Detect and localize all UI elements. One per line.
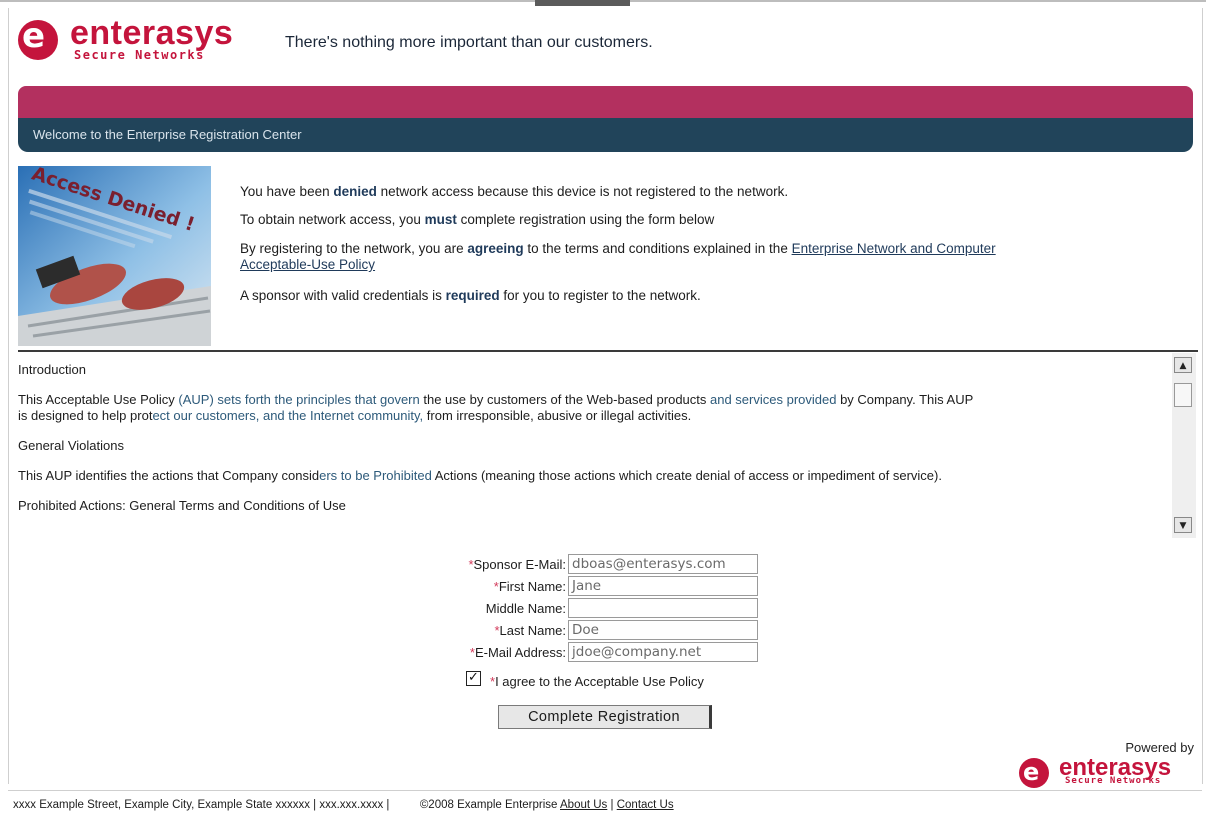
aup-heading-violations: General Violations bbox=[18, 438, 124, 453]
agree-checkbox[interactable]: ✓ bbox=[466, 671, 481, 686]
label-text: Last Name: bbox=[499, 623, 566, 638]
intro-emphasis: agreeing bbox=[467, 241, 524, 256]
footer-address: xxxx Example Street, Example City, Examp… bbox=[13, 799, 390, 811]
logo-wordmark: enterasys bbox=[70, 14, 234, 52]
last-name-label: *Last Name: bbox=[366, 623, 566, 638]
aup-text-run: This AUP identifies the actions that Com… bbox=[18, 468, 320, 483]
label-text: Middle Name: bbox=[485, 601, 566, 616]
intro-text: A sponsor with valid credentials is bbox=[240, 288, 446, 303]
email-address-field[interactable]: jdoe@company.net bbox=[568, 642, 758, 662]
aup-scroll-box[interactable]: Introduction This Acceptable Use Policy … bbox=[18, 350, 1198, 542]
intro-emphasis: required bbox=[445, 288, 500, 303]
intro-text: You have been bbox=[240, 184, 334, 199]
aup-text-run: by Company. This AUP bbox=[836, 392, 974, 407]
powered-by-label: Powered by bbox=[1125, 740, 1194, 755]
intro-text: to the terms and conditions explained in… bbox=[523, 241, 792, 256]
aup-text-run: This Acceptable Use Policy bbox=[18, 392, 179, 407]
footer-divider bbox=[8, 790, 1202, 791]
aup-text-run: from irresponsible, abusive or illegal a… bbox=[423, 408, 692, 423]
aup-text: Introduction This Acceptable Use Policy … bbox=[18, 362, 1168, 528]
logo-subtitle-small: Secure Networks bbox=[1065, 776, 1162, 786]
access-denied-photo: Access Denied ! bbox=[18, 166, 211, 346]
powered-by-logo: e enterasys Secure Networks bbox=[1019, 754, 1199, 788]
aup-paragraph-violations: This AUP identifies the actions that Com… bbox=[18, 468, 1168, 484]
intro-required-line: A sponsor with valid credentials is requ… bbox=[240, 288, 701, 303]
aup-policy-link-cont[interactable]: Acceptable-Use Policy bbox=[240, 257, 375, 272]
sponsor-email-field[interactable]: dboas@enterasys.com bbox=[568, 554, 758, 574]
intro-text: network access because this device is no… bbox=[376, 184, 789, 199]
aup-text-run: ers to be Prohibited bbox=[319, 468, 432, 483]
intro-text: complete registration using the form bel… bbox=[456, 212, 715, 227]
email-address-label: *E-Mail Address: bbox=[366, 645, 566, 660]
intro-text: By registering to the network, you are bbox=[240, 241, 468, 256]
intro-denied-line: You have been denied network access beca… bbox=[240, 184, 788, 199]
footer: xxxx Example Street, Example City, Examp… bbox=[13, 799, 674, 811]
aup-text-run: the use by customers of the Web-based pr… bbox=[419, 392, 710, 407]
page-frame-right bbox=[1202, 8, 1203, 784]
banner-title: Welcome to the Enterprise Registration C… bbox=[33, 127, 302, 142]
enterasys-logo: e enterasys Secure Networks bbox=[12, 14, 282, 66]
intro-emphasis: must bbox=[424, 212, 457, 227]
banner-top-band bbox=[18, 86, 1193, 118]
aup-text-run: ect our customers, and the Internet comm… bbox=[152, 408, 424, 423]
aup-paragraph-intro: This Acceptable Use Policy (AUP) sets fo… bbox=[18, 392, 1168, 424]
label-text: E-Mail Address: bbox=[474, 645, 566, 660]
scroll-thumb[interactable] bbox=[1174, 383, 1192, 407]
check-icon: ✓ bbox=[468, 670, 479, 685]
about-us-link[interactable]: About Us bbox=[560, 799, 607, 811]
aup-heading-prohibited: Prohibited Actions: General Terms and Co… bbox=[18, 498, 346, 513]
intro-must-line: To obtain network access, you must compl… bbox=[240, 212, 714, 227]
footer-separator: | bbox=[610, 799, 614, 811]
logo-e-glyph: e bbox=[22, 16, 46, 56]
aup-heading-intro: Introduction bbox=[18, 362, 86, 377]
label-text: Sponsor E-Mail: bbox=[473, 557, 566, 572]
access-denied-image: Access Denied ! bbox=[18, 166, 211, 346]
aup-text-run: (AUP) sets forth the principles that gov… bbox=[178, 392, 420, 407]
aup-text-run: and services provided bbox=[710, 392, 837, 407]
complete-registration-button[interactable]: Complete Registration bbox=[498, 705, 712, 729]
aup-scrollbar[interactable]: ▲ ▼ bbox=[1172, 353, 1196, 538]
sponsor-email-label: *Sponsor E-Mail: bbox=[366, 557, 566, 572]
label-text: I agree to the Acceptable Use Policy bbox=[495, 674, 704, 689]
scroll-down-icon[interactable]: ▼ bbox=[1174, 517, 1192, 533]
scroll-up-icon[interactable]: ▲ bbox=[1174, 357, 1192, 373]
intro-agreeing-line: By registering to the network, you are a… bbox=[240, 241, 1170, 273]
page-frame-left bbox=[8, 8, 9, 784]
label-text: First Name: bbox=[498, 579, 566, 594]
intro-text: To obtain network access, you bbox=[240, 212, 425, 227]
middle-name-field[interactable] bbox=[568, 598, 758, 618]
footer-copyright: ©2008 Example Enterprise bbox=[419, 799, 558, 811]
last-name-field[interactable]: Doe bbox=[568, 620, 758, 640]
intro-emphasis: denied bbox=[333, 184, 377, 199]
logo-subtitle: Secure Networks bbox=[74, 48, 205, 62]
aup-policy-link[interactable]: Enterprise Network and Computer bbox=[792, 241, 996, 256]
header-tagline: There's nothing more important than our … bbox=[285, 34, 653, 51]
first-name-field[interactable]: Jane bbox=[568, 576, 758, 596]
contact-us-link[interactable]: Contact Us bbox=[617, 799, 674, 811]
agree-label: *I agree to the Acceptable Use Policy bbox=[490, 674, 704, 689]
middle-name-label: Middle Name: bbox=[366, 601, 566, 616]
first-name-label: *First Name: bbox=[366, 579, 566, 594]
logo-e-glyph: e bbox=[1023, 758, 1040, 786]
browser-tab-fragment bbox=[535, 0, 630, 6]
aup-text-run: Actions (meaning those actions which cre… bbox=[431, 468, 942, 483]
aup-text-run: is designed to help prot bbox=[18, 408, 153, 423]
intro-text: for you to register to the network. bbox=[499, 288, 701, 303]
